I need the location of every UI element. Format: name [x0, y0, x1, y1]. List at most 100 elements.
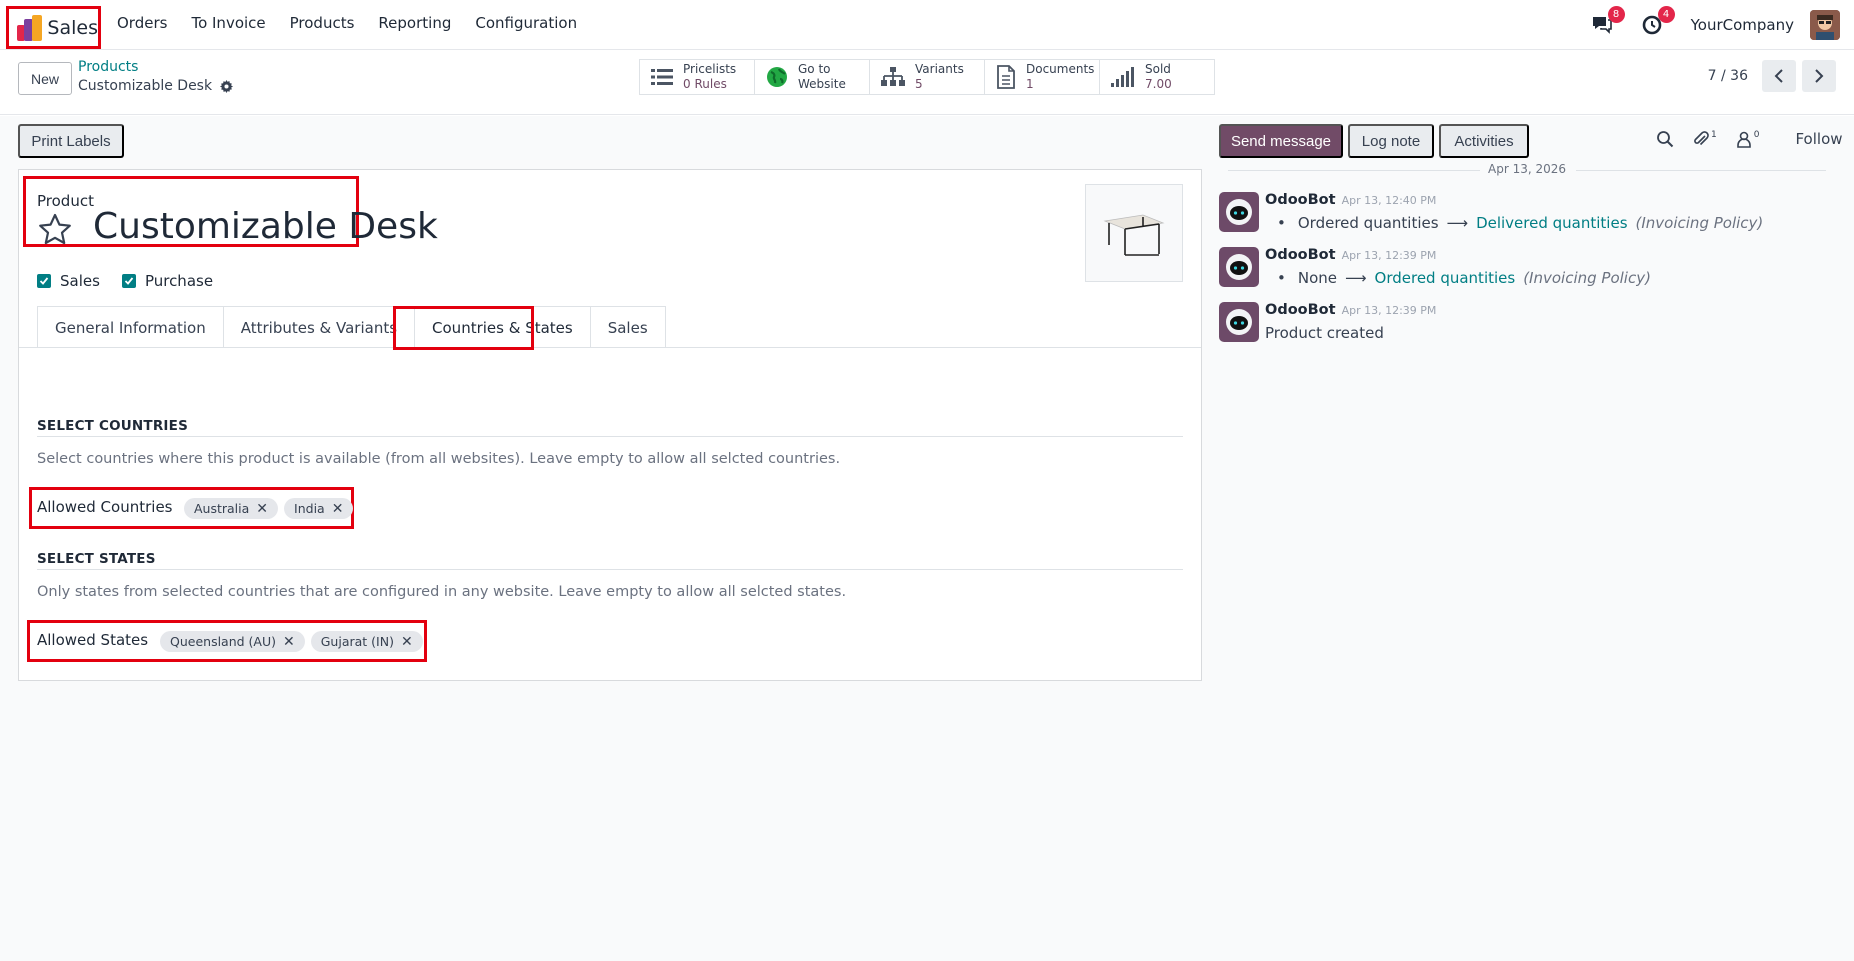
search-icon[interactable] [1656, 130, 1674, 148]
old-value: Ordered quantities [1297, 214, 1439, 232]
section-divider [37, 436, 1183, 437]
tab-general-information[interactable]: General Information [37, 306, 224, 348]
form-tabs: General Information Attributes & Variant… [37, 306, 666, 348]
pager-previous-button[interactable] [1762, 60, 1796, 92]
variants-label: Variants [915, 62, 964, 76]
tab-attributes-variants[interactable]: Attributes & Variants [222, 306, 416, 348]
go-to-website-button[interactable]: Go to Website [755, 60, 870, 94]
control-panel: New Products Customizable Desk Pricelist… [0, 50, 1854, 115]
menu-to-invoice[interactable]: To Invoice [191, 14, 265, 32]
message-body: Product created [1265, 324, 1384, 342]
close-icon[interactable]: ✕ [401, 634, 413, 650]
favorite-star-icon[interactable] [37, 212, 73, 248]
odoobot-avatar[interactable] [1219, 302, 1259, 342]
activities-icon[interactable]: 4 [1641, 6, 1675, 37]
send-message-button[interactable]: Send message [1219, 124, 1343, 158]
message-date: Apr 13, 12:40 PM [1341, 194, 1437, 207]
product-name-field[interactable]: Customizable Desk [93, 206, 438, 247]
breadcrumb-products-link[interactable]: Products [78, 58, 233, 77]
product-label: Product [37, 192, 94, 210]
odoobot-avatar[interactable] [1219, 192, 1259, 232]
log-note-button[interactable]: Log note [1348, 124, 1434, 158]
tag-label: Queensland (AU) [170, 634, 276, 649]
messages-badge: 8 [1607, 6, 1625, 23]
signal-icon [1111, 67, 1134, 87]
sold-button[interactable]: Sold 7.00 [1100, 60, 1214, 94]
close-icon[interactable]: ✕ [283, 634, 295, 650]
tag-label: Australia [194, 501, 250, 516]
allowed-states-label: Allowed States [37, 631, 149, 649]
chatter-message: OdooBot Apr 13, 12:39 PM Product created [1219, 302, 1839, 346]
user-avatar[interactable] [1810, 10, 1840, 40]
tag-gujarat: Gujarat (IN) ✕ [310, 631, 423, 652]
allowed-states-field[interactable]: Queensland (AU) ✕ Gujarat (IN) ✕ [160, 631, 423, 652]
variants-button[interactable]: Variants 5 [870, 60, 985, 94]
new-value: Ordered quantities [1374, 269, 1516, 287]
go-to-label: Go to [798, 62, 831, 76]
menu-configuration[interactable]: Configuration [475, 14, 577, 32]
menu-reporting[interactable]: Reporting [378, 14, 451, 32]
countries-help-text: Select countries where this product is a… [37, 451, 841, 467]
company-switcher[interactable]: YourCompany [1691, 16, 1794, 34]
close-icon[interactable]: ✕ [332, 501, 344, 517]
documents-value: 1 [1026, 77, 1034, 91]
variants-value: 5 [915, 77, 923, 91]
tracking-value: • None ⟶ Ordered quantities (Invoicing P… [1277, 269, 1651, 287]
activities-button[interactable]: Activities [1439, 124, 1529, 158]
documents-button[interactable]: Documents 1 [985, 60, 1100, 94]
new-button[interactable]: New [18, 62, 72, 95]
chatter-message: OdooBot Apr 13, 12:39 PM • None ⟶ Ordere… [1219, 247, 1839, 291]
chevron-right-icon [1815, 69, 1824, 83]
pager: 7 / 36 [1708, 60, 1836, 92]
message-author[interactable]: OdooBot [1265, 247, 1336, 263]
message-header: OdooBot Apr 13, 12:39 PM [1265, 247, 1436, 263]
attachments-count: 1 [1711, 130, 1717, 140]
tab-sales[interactable]: Sales [589, 306, 666, 348]
tracking-value: • Ordered quantities ⟶ Delivered quantit… [1277, 214, 1764, 232]
product-flags: Sales Purchase [37, 272, 213, 290]
gear-icon[interactable] [220, 80, 234, 93]
pricelists-button[interactable]: Pricelists 0 Rules [640, 60, 755, 94]
purchase-checkbox-label: Purchase [144, 272, 214, 290]
sales-checkbox[interactable]: Sales [37, 272, 100, 290]
app-brand[interactable]: Sales [6, 6, 101, 49]
tag-label: India [294, 501, 325, 516]
checkbox-checked-icon [121, 274, 136, 288]
main-menu: Orders To Invoice Products Reporting Con… [117, 14, 577, 32]
user-icon [1736, 131, 1751, 148]
product-image[interactable] [1085, 184, 1183, 282]
website-label: Website [798, 77, 846, 91]
message-author[interactable]: OdooBot [1265, 302, 1336, 318]
sales-app-icon [17, 14, 42, 41]
odoobot-avatar[interactable] [1219, 247, 1259, 287]
follow-button[interactable]: Follow [1795, 130, 1842, 148]
attachments-button[interactable]: 1 [1692, 130, 1717, 148]
globe-icon [767, 67, 787, 87]
tracked-field: (Invoicing Policy) [1635, 214, 1764, 232]
app-name: Sales [47, 16, 98, 39]
messages-icon[interactable]: 8 [1591, 6, 1625, 37]
old-value: None [1297, 269, 1337, 287]
allowed-countries-label: Allowed Countries [37, 498, 173, 516]
followers-count: 0 [1753, 130, 1760, 140]
close-icon[interactable]: ✕ [256, 501, 268, 517]
paperclip-icon [1694, 131, 1709, 146]
followers-button[interactable]: 0 [1735, 130, 1760, 148]
systray: 8 4 YourCompany [1591, 6, 1854, 40]
print-labels-button[interactable]: Print Labels [18, 124, 124, 158]
pager-counter[interactable]: 7 / 36 [1708, 68, 1748, 84]
allowed-countries-field[interactable]: Australia ✕ India ✕ [184, 498, 354, 519]
breadcrumb: Products Customizable Desk [78, 58, 234, 96]
sitemap-icon [881, 67, 905, 86]
pager-next-button[interactable] [1802, 60, 1836, 92]
purchase-checkbox[interactable]: Purchase [121, 272, 214, 290]
date-separator: Apr 13, 2026 [1228, 160, 1828, 180]
breadcrumb-current-label: Customizable Desk [78, 78, 213, 94]
message-date: Apr 13, 12:39 PM [1341, 304, 1437, 317]
menu-orders[interactable]: Orders [117, 14, 167, 32]
arrow-right-icon: ⟶ [1345, 269, 1367, 287]
message-author[interactable]: OdooBot [1265, 192, 1336, 208]
main-area: Print Labels Product Customizable Desk S… [0, 116, 1854, 961]
sold-label: Sold [1145, 62, 1171, 76]
menu-products[interactable]: Products [290, 14, 355, 32]
